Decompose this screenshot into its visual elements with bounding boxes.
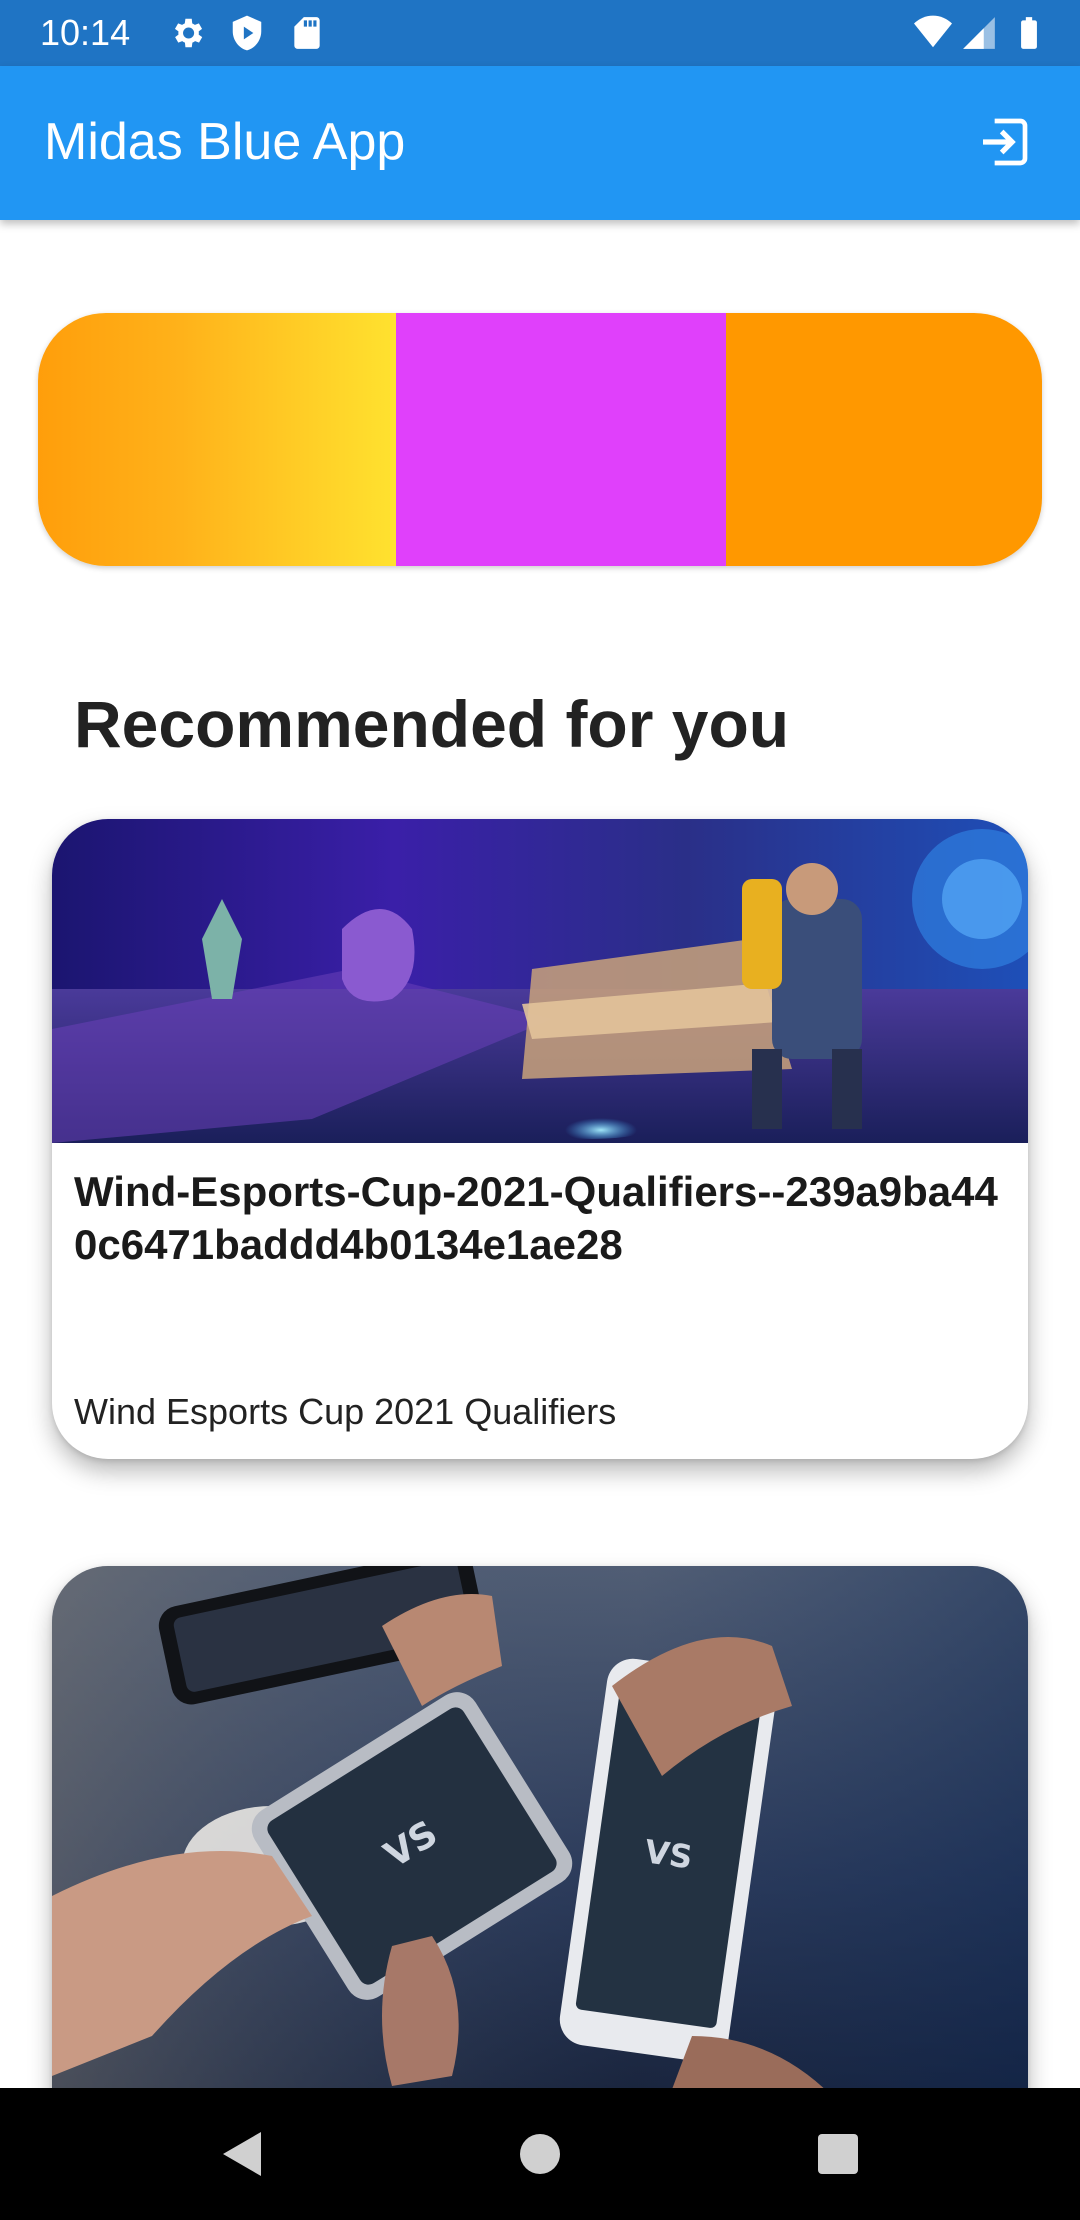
card-image-fortnite [52, 819, 1028, 1143]
svg-text:VS: VS [642, 1832, 695, 1876]
promo-banner[interactable] [38, 313, 1042, 566]
signal-icon [963, 17, 995, 49]
section-title: Recommended for you [74, 687, 790, 761]
system-nav-bar [0, 2088, 1080, 2220]
app-bar: Midas Blue App [0, 66, 1080, 220]
banner-segment-yellow [38, 313, 396, 566]
recents-icon [818, 2134, 858, 2174]
logout-button[interactable] [972, 110, 1036, 174]
card-subtitle: Wind Esports Cup 2021 Qualifiers [74, 1391, 617, 1432]
home-icon [520, 2134, 560, 2174]
sd-card-icon [294, 17, 320, 49]
banner-segment-orange [726, 313, 1042, 566]
back-icon [223, 2132, 261, 2176]
app-title: Midas Blue App [44, 113, 406, 171]
back-button[interactable] [204, 2118, 276, 2190]
screen: 10:14 Midas Blue App Recommended for you… [0, 0, 1080, 2220]
gear-icon [174, 18, 203, 48]
home-button[interactable] [504, 2118, 576, 2190]
recents-button[interactable] [802, 2118, 874, 2190]
battery-icon [1021, 17, 1037, 49]
status-bar: 10:14 [0, 0, 1080, 66]
wifi-icon [914, 15, 952, 48]
event-card[interactable]: Wind-Esports-Cup-2021-Qualifiers--239a9b… [52, 819, 1028, 1459]
banner-segment-magenta [396, 313, 726, 566]
status-time: 10:14 [40, 12, 131, 53]
logout-icon [983, 118, 1028, 166]
card-title: Wind-Esports-Cup-2021-Qualifiers--239a9b… [74, 1168, 998, 1268]
shield-icon [232, 15, 262, 51]
